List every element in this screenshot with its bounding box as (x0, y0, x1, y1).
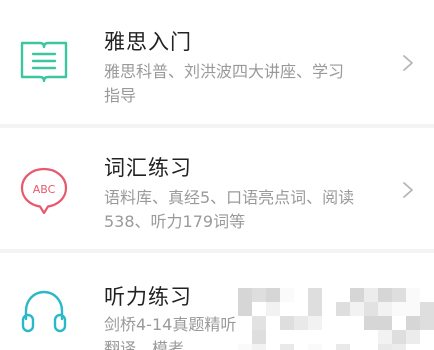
mosaic-block (378, 316, 392, 330)
mosaic-block (308, 344, 322, 350)
list-item-vocabulary-practice[interactable]: ABC 词汇练习 语料库、真经5、口语亮点词、阅读 538、听力179词等 (0, 128, 434, 249)
item-description-line: 语料库、真经5、口语亮点词、阅读 (104, 188, 355, 207)
item-description: 雅思科普、刘洪波四大讲座、学习 指导 (104, 60, 379, 108)
mosaic-block (350, 288, 364, 302)
mosaic-block (238, 344, 252, 350)
mosaic-block (336, 344, 350, 350)
course-list: 雅思入门 雅思科普、刘洪波四大讲座、学习 指导 ABC 词汇练习 语料库、真经5… (0, 0, 434, 350)
item-title: 词汇练习 (104, 156, 192, 180)
mosaic-block (252, 344, 266, 350)
mosaic-block (378, 330, 392, 344)
item-title: 雅思入门 (104, 30, 192, 54)
mosaic-block (252, 330, 266, 344)
mosaic-block (238, 302, 252, 316)
mosaic-block (364, 316, 378, 330)
item-description-line: 538、听力179词等 (104, 212, 246, 231)
abc-icon-text: ABC (33, 183, 56, 196)
headphones-icon (21, 290, 67, 333)
chevron-right-icon (403, 55, 413, 71)
mosaic-block (406, 330, 420, 344)
chevron-right-icon (403, 182, 413, 198)
mosaic-block (238, 288, 252, 302)
mosaic-block (420, 316, 434, 330)
list-item-ielts-intro[interactable]: 雅思入门 雅思科普、刘洪波四大讲座、学习 指导 (0, 0, 434, 124)
mosaic-block (406, 302, 420, 316)
book-icon (20, 41, 68, 83)
mosaic-block (364, 288, 378, 302)
mosaic-block (280, 344, 294, 350)
pixelated-watermark (238, 288, 434, 350)
mosaic-block (308, 288, 322, 302)
item-description: 语料库、真经5、口语亮点词、阅读 538、听力179词等 (104, 186, 379, 234)
item-description-line: 指导 (104, 86, 137, 105)
mosaic-block (280, 288, 294, 302)
mosaic-block (392, 344, 406, 350)
mosaic-block (336, 302, 350, 316)
mosaic-block (364, 302, 378, 316)
mosaic-block (252, 288, 266, 302)
mosaic-block (266, 288, 280, 302)
mosaic-block (294, 316, 308, 330)
mosaic-block (392, 330, 406, 344)
mosaic-block (378, 344, 392, 350)
mosaic-block (350, 302, 364, 316)
mosaic-block (266, 302, 280, 316)
mosaic-block (378, 302, 392, 316)
mosaic-block (392, 302, 406, 316)
mosaic-block (420, 302, 434, 316)
mosaic-block (252, 316, 266, 330)
mosaic-block (406, 316, 420, 330)
abc-speech-bubble-icon: ABC (20, 167, 68, 215)
mosaic-block (406, 288, 420, 302)
mosaic-block (308, 302, 322, 316)
mosaic-block (280, 316, 294, 330)
mosaic-block (378, 288, 392, 302)
mosaic-block (392, 288, 406, 302)
item-description-line: 雅思科普、刘洪波四大讲座、学习 (104, 62, 345, 81)
mosaic-block (308, 316, 322, 330)
item-title: 听力练习 (104, 285, 192, 309)
